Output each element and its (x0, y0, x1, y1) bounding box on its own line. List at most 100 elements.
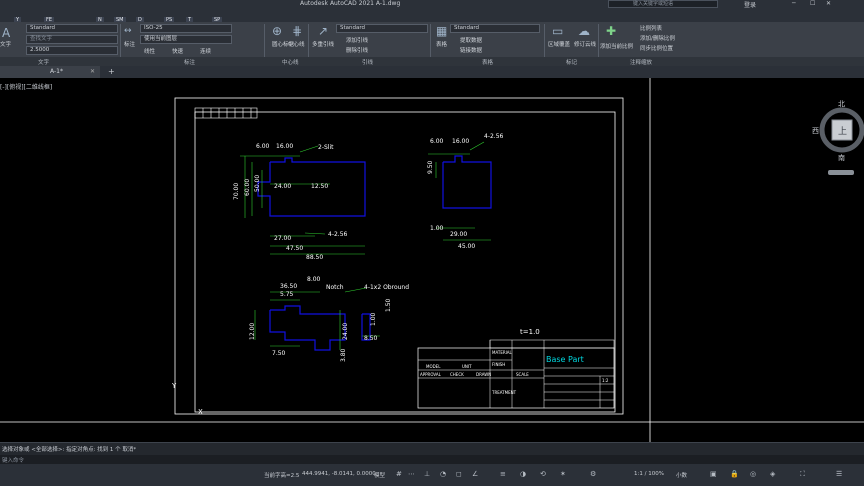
panel-label-table[interactable]: 表格 (482, 58, 493, 66)
dim-label: 16.00 (276, 143, 293, 150)
dim-label: 3.80 (340, 348, 347, 362)
table-button[interactable]: 表格 (436, 40, 447, 48)
isolate-objects-icon[interactable]: ◎ (750, 470, 756, 478)
customization-menu-icon[interactable]: ☰ (836, 470, 842, 478)
document-tabs: A-1* ✕ + (0, 66, 864, 78)
coordinates-readout[interactable]: 444.9941, -8.0141, 0.0000 (302, 471, 376, 477)
minimize-button[interactable]: ─ (792, 0, 796, 7)
add-delete-scale-button[interactable]: 添加/删除比例 (640, 34, 675, 42)
mleader-style-select[interactable]: Standard (336, 24, 428, 33)
title-block: Base Part MATERIAL FINISH MODEL UNIT APP… (417, 339, 615, 409)
snap-icon[interactable]: ⋯ (408, 470, 415, 478)
centerline-button[interactable]: 中心线 (288, 40, 305, 48)
add-scale-icon[interactable]: ✚ (606, 24, 616, 38)
dim-label: Notch (326, 284, 344, 291)
selection-cycling-icon[interactable]: ⟲ (540, 470, 546, 478)
dimension-icon[interactable]: ↔ (124, 26, 132, 36)
dim-label: 50.00 (254, 175, 261, 192)
drawing-viewport[interactable]: 6.00 16.00 2-Slit 70.00 60.00 50.00 24.0… (0, 78, 864, 442)
panel-label-text[interactable]: 文字 (38, 58, 49, 66)
lineweight-icon[interactable]: ≡ (500, 470, 506, 478)
dim-label: 1.50 (385, 298, 392, 312)
sheet-border (174, 97, 624, 415)
polar-icon[interactable]: ◔ (440, 470, 446, 478)
text-icon[interactable]: A (2, 26, 10, 40)
sync-scale-button[interactable]: 同步比例位置 (640, 44, 673, 52)
search-input[interactable]: 键入关键字或短语 (608, 0, 718, 8)
compass-west[interactable]: 西 (812, 127, 819, 135)
text-button-label[interactable]: 文字 (0, 40, 11, 48)
otrack-icon[interactable]: ∠ (472, 470, 478, 478)
new-tab-button[interactable]: + (108, 66, 115, 78)
quick-properties-icon[interactable]: ▣ (710, 470, 717, 478)
annotation-visibility-icon[interactable]: ✶ (560, 470, 566, 478)
panel-label-annotation[interactable]: 标注 (184, 58, 195, 66)
linear-button[interactable]: 线性 (144, 47, 155, 55)
dim-label: 12.00 (249, 323, 256, 340)
osnap-icon[interactable]: ◻ (456, 470, 462, 478)
tb-label: CHECK (450, 372, 464, 377)
units-status[interactable]: 小数 (676, 471, 687, 479)
scale-list-button[interactable]: 比例列表 (640, 24, 662, 32)
tb-label: DRAWN (476, 372, 491, 377)
part-view-1: 6.00 16.00 2-Slit 70.00 60.00 50.00 24.0… (233, 143, 366, 261)
table-icon[interactable]: ▦ (436, 24, 447, 38)
close-tab-icon[interactable]: ✕ (90, 66, 95, 78)
lock-ui-icon[interactable]: 🔒 (730, 470, 739, 478)
dim-label: 16.00 (452, 138, 469, 145)
revcloud-icon[interactable]: ☁ (578, 24, 590, 38)
doc-tab-a1[interactable]: A-1* ✕ (0, 66, 100, 78)
panel-label-markup[interactable]: 标记 (566, 58, 577, 66)
ucs-menu-button[interactable] (828, 170, 854, 175)
continue-button[interactable]: 连续 (200, 47, 211, 55)
dim-style-select[interactable]: ISO-25 (140, 24, 232, 33)
model-space-toggle[interactable]: 模型 (374, 471, 385, 479)
panel-label-leader[interactable]: 引线 (362, 58, 373, 66)
find-text-input[interactable]: 查找文字 (26, 35, 118, 44)
revcloud-button[interactable]: 修订云线 (574, 40, 596, 48)
workspace-icon[interactable]: ⚙ (590, 470, 596, 478)
dim-label: 47.50 (286, 245, 303, 252)
table-style-select[interactable]: Standard (450, 24, 540, 33)
add-leader-button[interactable]: 添加引线 (346, 36, 368, 44)
command-prompt: 键入命令 (2, 458, 25, 464)
extract-data-button[interactable]: 提取数据 (460, 36, 482, 44)
dim-label: 88.50 (306, 254, 323, 261)
dim-label: 1.00 (370, 312, 377, 326)
annotation-scale[interactable]: 1:1 / 100% (634, 471, 664, 477)
panel-label-scaling[interactable]: 注释缩放 (630, 58, 652, 66)
tb-label: APPROVAL (420, 372, 442, 377)
wipeout-button[interactable]: 区域覆盖 (548, 40, 570, 48)
mleader-button[interactable]: 多重引线 (312, 40, 334, 48)
text-height-input[interactable]: 2.5000 (26, 46, 118, 55)
doc-tab-label: A-1* (50, 68, 63, 75)
mleader-icon[interactable]: ↗ (318, 24, 328, 38)
layer-select[interactable]: 使用当前图层 (140, 35, 232, 44)
compass-south[interactable]: 南 (838, 153, 845, 162)
panel-label-centerline[interactable]: 中心线 (282, 58, 299, 66)
wipeout-icon[interactable]: ▭ (552, 24, 563, 38)
viewcube[interactable]: 上 北 南 西 (810, 94, 864, 180)
part-view-3: 8.00 36.50 5.75 Notch 4-1x2 Obround 12.0… (249, 276, 409, 362)
centerline-icon[interactable]: ⋕ (292, 24, 302, 38)
dim-label: 2-Slit (318, 144, 334, 151)
ortho-icon[interactable]: ⊥ (424, 470, 430, 478)
viewcube-face-label[interactable]: 上 (838, 126, 847, 137)
maximize-button[interactable]: ☐ (810, 0, 815, 7)
grid-icon[interactable]: # (396, 470, 402, 478)
quick-button[interactable]: 快速 (172, 47, 183, 55)
transparency-icon[interactable]: ◑ (520, 470, 526, 478)
clean-screen-icon[interactable]: ⛶ (800, 470, 805, 479)
add-current-scale-button[interactable]: 添加当前比例 (600, 42, 633, 50)
dimension-button-label[interactable]: 标注 (124, 40, 135, 48)
viewport-label[interactable]: [-][俯视][二维线框] (0, 82, 52, 91)
close-button[interactable]: ✕ (826, 0, 831, 7)
hardware-acceleration-icon[interactable]: ◈ (770, 470, 775, 478)
remove-leader-button[interactable]: 删除引线 (346, 46, 368, 54)
center-mark-icon[interactable]: ⊕ (272, 24, 282, 38)
link-data-button[interactable]: 链接数据 (460, 46, 482, 54)
compass-north[interactable]: 北 (838, 100, 845, 108)
window-title: Autodesk AutoCAD 2021 A-1.dwg (300, 0, 401, 7)
tb-label: MODEL (426, 364, 441, 369)
text-style-select[interactable]: Standard (26, 24, 118, 33)
